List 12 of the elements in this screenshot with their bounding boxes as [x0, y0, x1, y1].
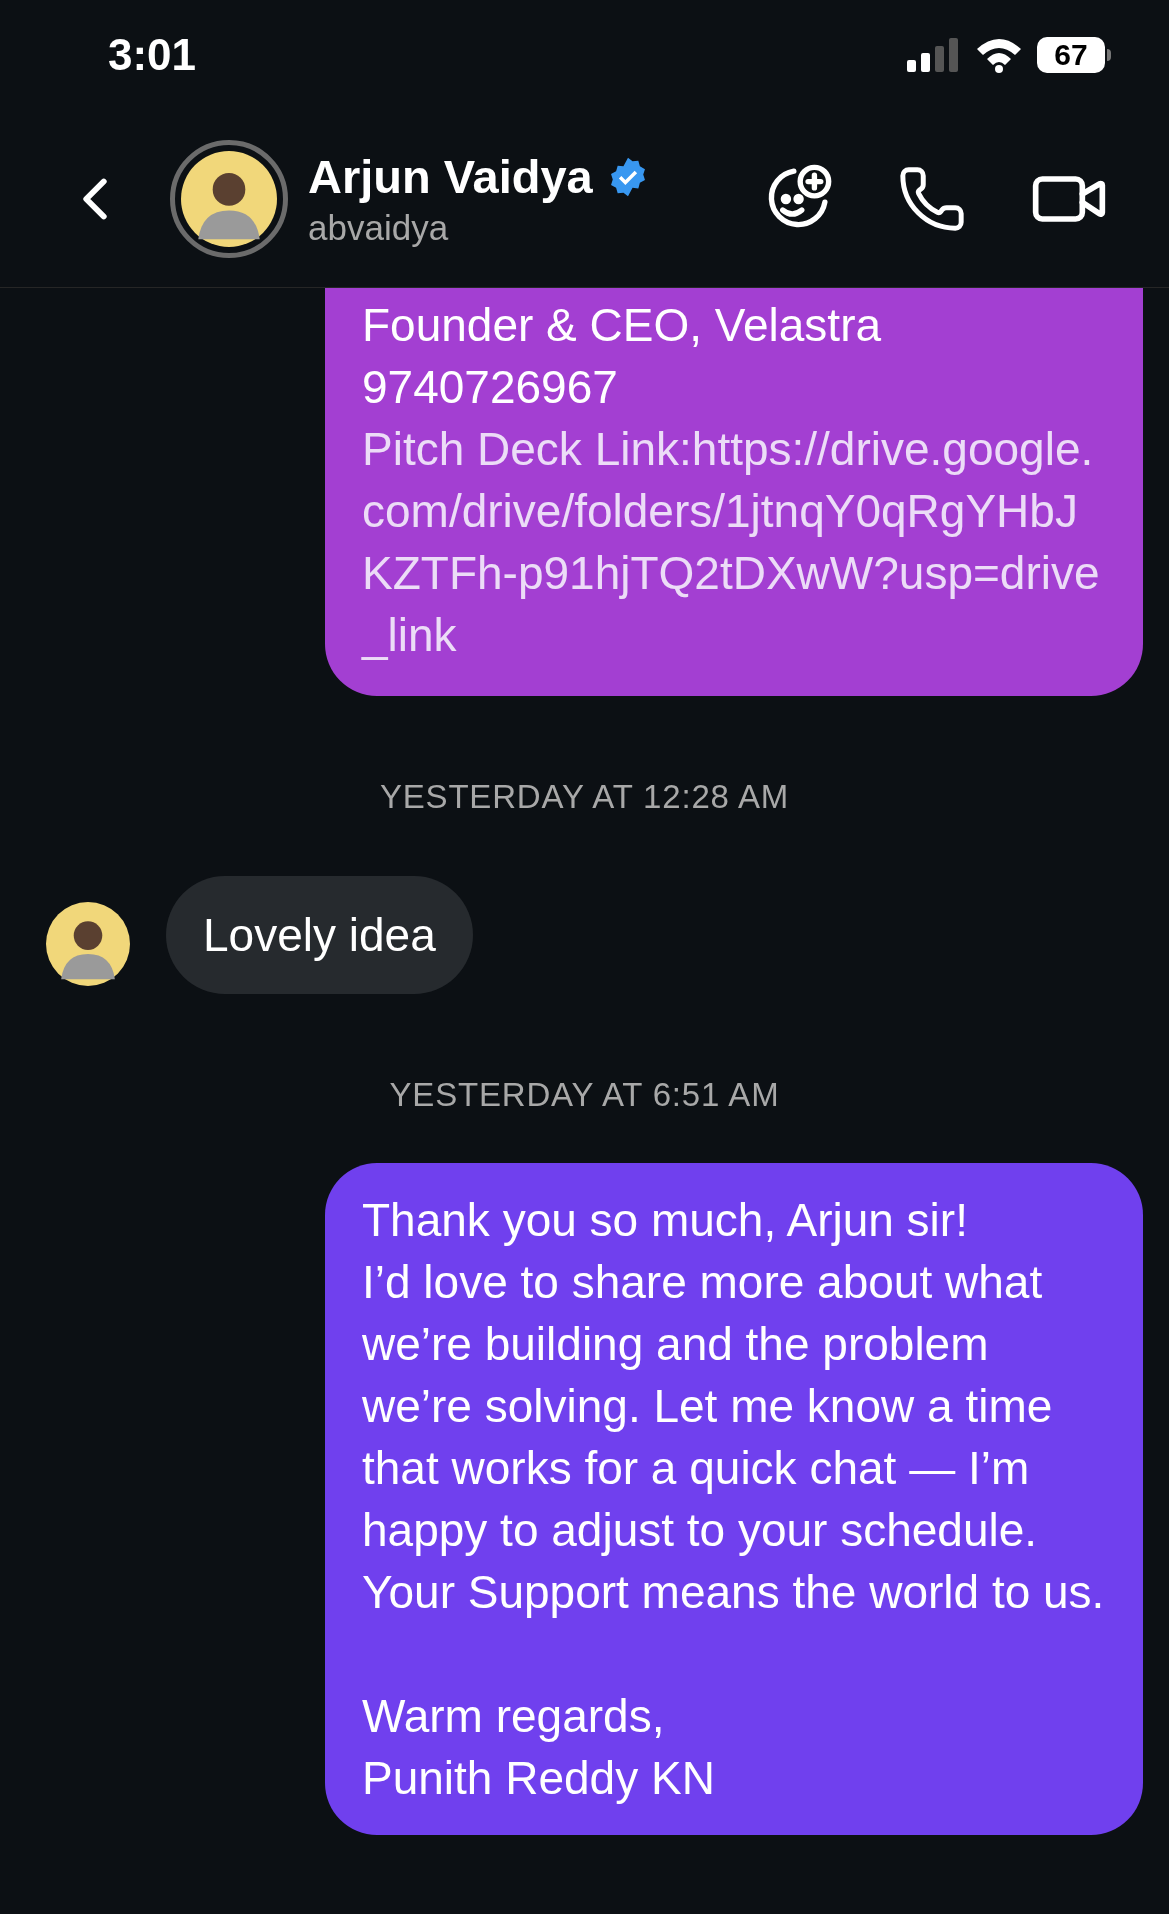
contact-name: Arjun Vaidya — [308, 148, 593, 205]
message-timestamp: YESTERDAY AT 6:51 AM — [389, 1074, 780, 1115]
pitch-deck-link[interactable]: Pitch Deck Link:https://drive.google.com/drive/folders/1jtnqY0qRgYHbJKZTFh-p91hjTQ2tDXwW?usp=drive_link — [362, 418, 1106, 666]
status-time: 3:01 — [108, 29, 197, 81]
wifi-icon — [975, 37, 1023, 73]
battery-level: 67 — [1054, 40, 1088, 70]
received-message-bubble: Lovely idea — [166, 875, 473, 994]
signal-icon — [907, 38, 961, 72]
message-timestamp: YESTERDAY AT 12:28 AM — [379, 777, 790, 817]
message-text: Thank you so much, Arjun sir! I’d love to share more about what we’re building and the problem we’re solving. Let me know a time that works for a quick chat — I’m happy to adjust to your schedule. Your Support means the world to us. Warm regards, Punith Reddy KN — [362, 1193, 1106, 1806]
message-text: Founder & CEO, Velastra 9740726967 — [362, 298, 883, 415]
contact-username: abvaidya — [308, 206, 450, 249]
